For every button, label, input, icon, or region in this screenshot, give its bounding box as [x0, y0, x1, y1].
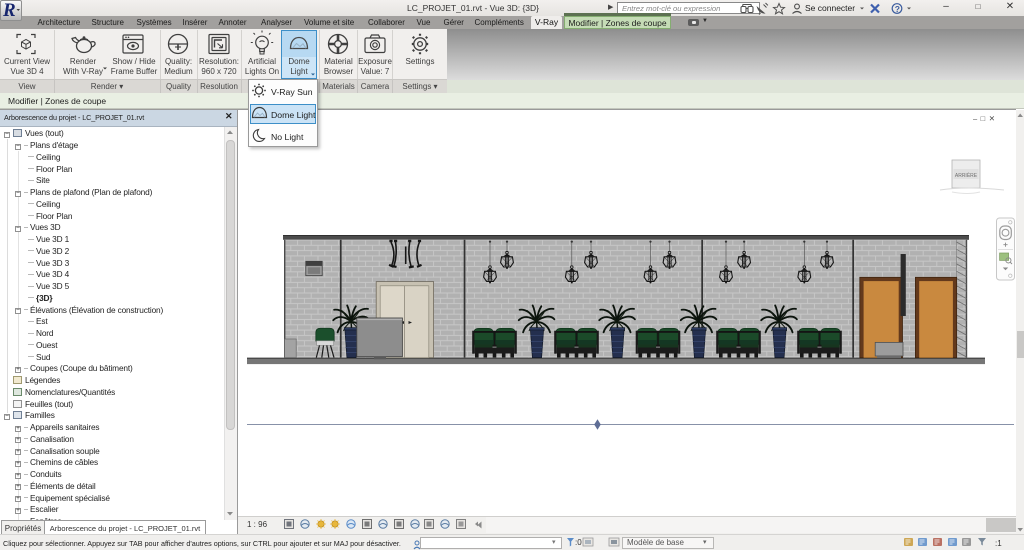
svg-text:?: ? [895, 4, 900, 14]
svg-text::1: :1 [995, 539, 1002, 548]
svg-text:R: R [2, 0, 16, 16]
